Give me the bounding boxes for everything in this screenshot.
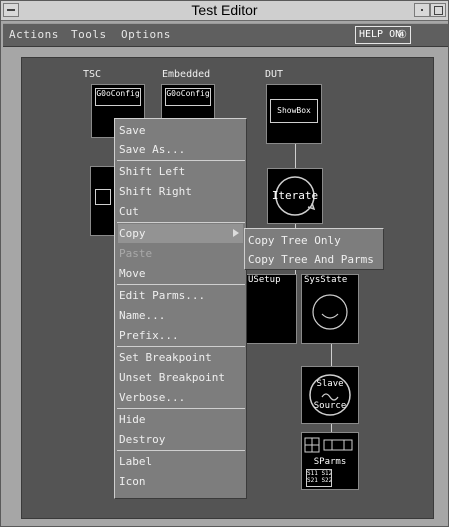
menu-item-hide[interactable]: Hide (118, 410, 243, 429)
help-on-button[interactable]: HELP ON ④ (355, 26, 411, 44)
showbox-node[interactable]: ShowBox (266, 84, 322, 144)
node-label: ShowBox (270, 99, 318, 123)
node-label: SParms (313, 457, 347, 467)
column-label-dut: DUT (265, 69, 284, 80)
menu-item-save[interactable]: Save (118, 121, 243, 140)
menu-tools[interactable]: Tools (71, 28, 107, 41)
node-label: G0oConfig (95, 88, 141, 106)
slave-source-node[interactable]: Slave Source (301, 366, 359, 424)
menu-item-name[interactable]: Name... (118, 306, 243, 325)
window-title: Test Editor (191, 2, 258, 18)
menu-item-copy-tree-only[interactable]: Copy Tree Only (248, 231, 382, 250)
menu-item-copy[interactable]: Copy (118, 224, 243, 243)
hidden-node[interactable] (90, 166, 116, 236)
help-on-label: HELP ON (359, 29, 402, 40)
iterate-node[interactable]: Iterate (267, 168, 323, 224)
menu-separator (117, 450, 245, 451)
copy-submenu: Copy Tree Only Copy Tree And Parms (244, 228, 384, 270)
menu-item-verbose[interactable]: Verbose... (118, 388, 243, 407)
menu-separator (117, 160, 245, 161)
submenu-arrow-icon (233, 229, 239, 237)
sparms-node[interactable]: SParms S11 S12 S21 S22 (301, 432, 359, 490)
title-bar[interactable]: Test Editor (1, 1, 448, 21)
menu-item-set-breakpoint[interactable]: Set Breakpoint (118, 348, 243, 367)
menu-bar: Actions Tools Options HELP ON ④ (3, 23, 448, 47)
device-icon (95, 189, 111, 205)
menu-item-edit-parms[interactable]: Edit Parms... (118, 286, 243, 305)
menu-item-destroy[interactable]: Destroy (118, 430, 243, 449)
test-editor-window: Test Editor Actions Tools Options HELP O… (0, 0, 449, 527)
menu-item-paste[interactable]: Paste (118, 244, 243, 263)
menu-item-copy-tree-and-parms[interactable]: Copy Tree And Parms (248, 250, 382, 269)
menu-item-cut[interactable]: Cut (118, 202, 243, 221)
menu-separator (117, 284, 245, 285)
menu-actions[interactable]: Actions (9, 28, 59, 41)
node-label: Iterate (271, 189, 319, 202)
menu-item-label[interactable]: Label (118, 452, 243, 471)
sparms-matrix: S11 S12 S21 S22 (306, 469, 332, 487)
menu-item-save-as[interactable]: Save As... (118, 140, 243, 159)
menu-separator (117, 346, 245, 347)
connector-line (331, 344, 332, 366)
slave-source-icon (309, 374, 351, 416)
setup-node[interactable]: USetup (245, 274, 297, 344)
question-icon: ④ (397, 28, 407, 41)
menu-item-unset-breakpoint[interactable]: Unset Breakpoint (118, 368, 243, 387)
node-label: USetup (248, 275, 281, 285)
node-label: SysState (304, 275, 348, 285)
menu-item-move[interactable]: Move (118, 264, 243, 283)
maximize-icon[interactable] (430, 3, 446, 17)
menu-separator (117, 408, 245, 409)
menu-item-icon[interactable]: Icon (118, 472, 243, 491)
node-label-bottom: Source (313, 401, 347, 411)
menu-separator (117, 222, 245, 223)
node-label-top: Slave (316, 379, 344, 389)
connector-line (295, 144, 296, 168)
network-icon (304, 437, 353, 453)
loop-icon (312, 294, 348, 330)
node-label: G0oConfig (165, 88, 211, 106)
menu-options[interactable]: Options (121, 28, 171, 41)
menu-item-shift-right[interactable]: Shift Right (118, 182, 243, 201)
column-label-embedded: Embedded (162, 69, 211, 80)
menu-item-prefix[interactable]: Prefix... (118, 326, 243, 345)
column-label-tsc: TSC (83, 69, 102, 80)
sysstate-node[interactable]: SysState (301, 274, 359, 344)
menu-item-shift-left[interactable]: Shift Left (118, 162, 243, 181)
context-menu: Save Save As... Shift Left Shift Right C… (114, 118, 247, 499)
minimize-icon[interactable] (414, 3, 430, 17)
